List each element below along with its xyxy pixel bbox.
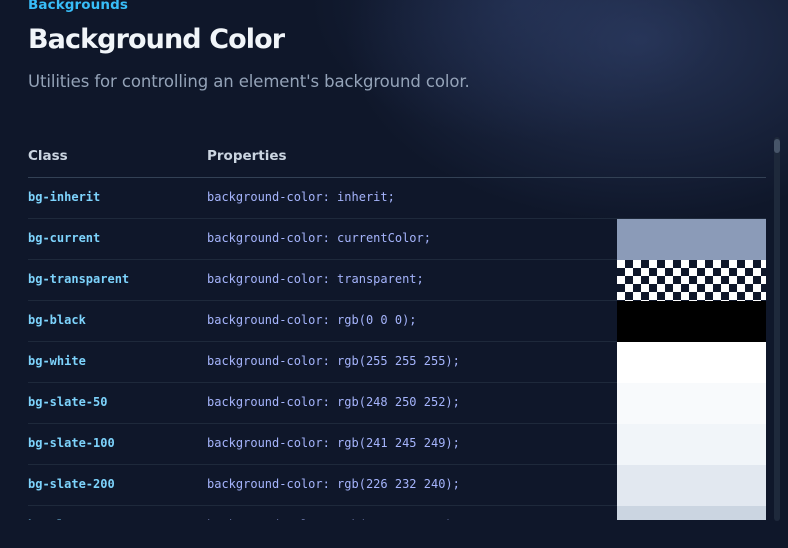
color-swatch: [617, 342, 766, 383]
table-row: bg-black background-color: rgb(0 0 0);: [28, 301, 766, 342]
property-value: background-color: currentColor;: [207, 231, 431, 245]
page-description: Utilities for controlling an element's b…: [28, 72, 470, 91]
column-header-properties: Properties: [207, 148, 287, 164]
color-swatch: [617, 465, 766, 506]
class-table: Class Properties bg-inherit background-co…: [28, 140, 766, 520]
section-label[interactable]: Backgrounds: [28, 0, 128, 13]
property-value: background-color: rgb(203 213 225);: [207, 518, 460, 520]
table-header: Class Properties: [28, 140, 766, 178]
scrollbar-thumb[interactable]: [774, 139, 780, 153]
table-row: bg-slate-50 background-color: rgb(248 250…: [28, 383, 766, 424]
class-name: bg-slate-100: [28, 436, 115, 450]
property-value: background-color: rgb(226 232 240);: [207, 477, 460, 491]
color-swatch: [617, 301, 766, 342]
table-body: bg-inherit background-color: inherit; bg-c…: [28, 178, 766, 520]
table-row: bg-slate-300 background-color: rgb(203 21…: [28, 506, 766, 520]
class-name: bg-slate-50: [28, 395, 108, 409]
property-value: background-color: rgb(241 245 249);: [207, 436, 460, 450]
table-row: bg-slate-100 background-color: rgb(241 24…: [28, 424, 766, 465]
class-name: bg-transparent: [28, 272, 130, 286]
class-name: bg-slate-300: [28, 518, 115, 520]
page-title: Background Color: [28, 24, 285, 55]
property-value: background-color: transparent;: [207, 272, 424, 286]
column-header-class: Class: [28, 148, 68, 164]
table-row: bg-slate-200 background-color: rgb(226 23…: [28, 465, 766, 506]
color-swatch: [617, 383, 766, 424]
property-value: background-color: rgb(248 250 252);: [207, 395, 460, 409]
color-swatch: [617, 219, 766, 260]
class-name: bg-inherit: [28, 190, 101, 204]
table-row: bg-white background-color: rgb(255 255 25…: [28, 342, 766, 383]
class-name: bg-white: [28, 354, 86, 368]
class-name: bg-current: [28, 231, 101, 245]
color-swatch: [617, 506, 766, 520]
color-swatch: [617, 260, 766, 301]
class-name: bg-slate-200: [28, 477, 115, 491]
table-row: bg-current background-color: currentColor…: [28, 219, 766, 260]
scrollbar[interactable]: [774, 137, 780, 521]
color-swatch: [617, 424, 766, 465]
class-name: bg-black: [28, 313, 86, 327]
property-value: background-color: rgb(255 255 255);: [207, 354, 460, 368]
property-value: background-color: rgb(0 0 0);: [207, 313, 417, 327]
table-row: bg-transparent background-color: transpar…: [28, 260, 766, 301]
table-row: bg-inherit background-color: inherit;: [28, 178, 766, 219]
property-value: background-color: inherit;: [207, 190, 395, 204]
